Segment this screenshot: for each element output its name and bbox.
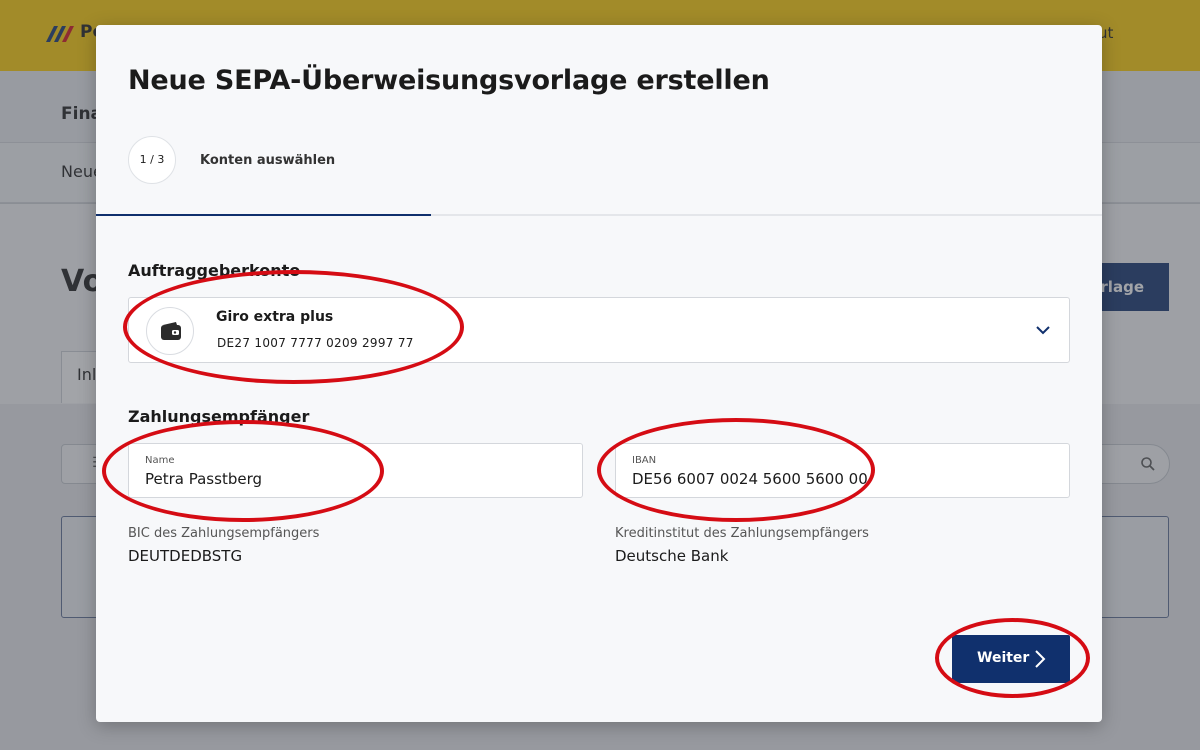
step-label: Konten auswählen <box>200 153 336 168</box>
bic-label: BIC des Zahlungsempfängers <box>128 526 320 541</box>
progress-fill <box>96 214 431 216</box>
account-icon-circle <box>146 307 194 355</box>
name-field-label: Name <box>145 455 175 466</box>
next-button-label: Weiter <box>977 650 1030 666</box>
create-template-dialog: Neue SEPA-Überweisungsvorlage erstellen … <box>96 25 1102 722</box>
payer-account-dropdown[interactable]: Giro extra plus DE27 1007 7777 0209 2997… <box>128 297 1070 363</box>
account-name: Giro extra plus <box>216 309 334 325</box>
payee-name-field[interactable]: Name <box>128 443 583 498</box>
bic-value: DEUTDEDBSTG <box>128 547 243 565</box>
step-counter: 1 / 3 <box>128 136 176 184</box>
payee-iban-field[interactable]: IBAN <box>615 443 1070 498</box>
dialog-title: Neue SEPA-Überweisungsvorlage erstellen <box>128 65 770 96</box>
bank-value: Deutsche Bank <box>615 547 729 565</box>
account-iban: DE27 1007 7777 0209 2997 77 <box>217 336 414 350</box>
chevron-down-icon[interactable] <box>1035 324 1051 336</box>
bank-label: Kreditinstitut des Zahlungsempfängers <box>615 526 869 541</box>
iban-field-label: IBAN <box>632 455 657 466</box>
payee-name-input[interactable] <box>145 470 565 488</box>
next-button[interactable]: Weiter <box>952 635 1070 683</box>
wallet-icon <box>161 322 181 340</box>
payee-heading: Zahlungsempfänger <box>128 407 310 426</box>
chevron-right-icon <box>1035 650 1046 668</box>
payee-iban-input[interactable] <box>632 470 1052 488</box>
payer-account-heading: Auftraggeberkonto <box>128 261 301 280</box>
